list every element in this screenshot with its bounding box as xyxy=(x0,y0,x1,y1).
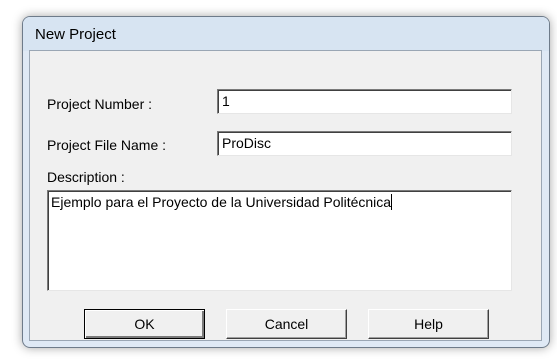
title-bar[interactable]: New Project xyxy=(23,17,549,51)
description-textarea[interactable]: Ejemplo para el Proyecto de la Universid… xyxy=(47,190,512,291)
dialog-title: New Project xyxy=(35,26,116,43)
project-file-name-field[interactable]: ProDisc xyxy=(217,131,512,156)
text-caret xyxy=(391,194,393,210)
help-button[interactable]: Help xyxy=(368,309,489,339)
description-value: Ejemplo para el Proyecto de la Universid… xyxy=(51,194,392,210)
project-file-name-value: ProDisc xyxy=(222,135,272,151)
description-label: Description : xyxy=(47,169,125,185)
project-number-value: 1 xyxy=(222,93,230,109)
dialog-body: Project Number : 1 Project File Name : P… xyxy=(29,50,542,341)
ok-button[interactable]: OK xyxy=(84,309,205,339)
project-file-name-label: Project File Name : xyxy=(47,137,167,153)
project-number-label: Project Number : xyxy=(47,96,153,112)
new-project-dialog: New Project Project Number : 1 Project F… xyxy=(22,16,550,348)
project-number-field[interactable]: 1 xyxy=(217,89,512,114)
cancel-button[interactable]: Cancel xyxy=(226,309,347,339)
